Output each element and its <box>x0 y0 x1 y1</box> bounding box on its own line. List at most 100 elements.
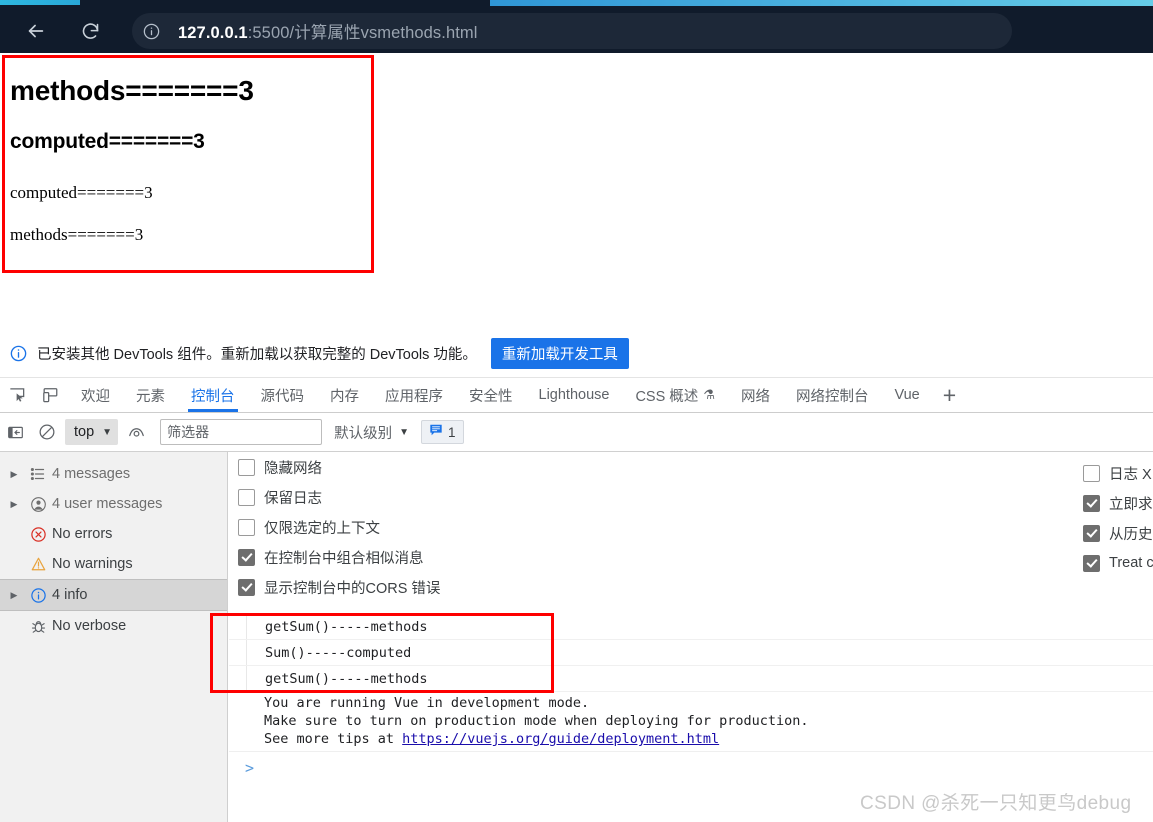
address-bar[interactable]: 127.0.0.1:5500/计算属性vsmethods.html <box>132 13 1012 49</box>
page-output-line-2: computed=======3 <box>10 130 205 153</box>
live-expression-icon[interactable] <box>121 417 152 447</box>
tab-label: CSS 概述 <box>635 388 699 405</box>
screenshot-root: 127.0.0.1:5500/计算属性vsmethods.html method… <box>0 0 1153 822</box>
devtools-tab-bar: 欢迎 元素 控制台 源代码 内存 应用程序 安全性 Lighthouse CSS… <box>0 378 1153 413</box>
console-settings-right: 日志 XI 立即求 从历史 Treat c <box>1083 458 1153 578</box>
sidebar-item-user-messages[interactable]: ▶ 4 user messages <box>0 489 227 519</box>
sidebar-toggle-icon[interactable] <box>0 417 31 447</box>
tab-label: 应用程序 <box>385 388 443 405</box>
option-label: 在控制台中组合相似消息 <box>264 550 424 567</box>
expand-arrow-icon[interactable]: ▶ <box>4 499 24 510</box>
back-arrow-icon[interactable] <box>20 16 52 46</box>
warning-icon <box>24 556 52 573</box>
option-group-similar[interactable]: 在控制台中组合相似消息 <box>238 542 440 572</box>
option-show-cors-errors[interactable]: 显示控制台中的CORS 错误 <box>238 572 440 602</box>
sidebar-item-label: No warnings <box>52 556 133 572</box>
console-sidebar: ▶ 4 messages ▶ 4 user messages No errors… <box>0 452 228 822</box>
sidebar-item-label: No errors <box>52 526 113 542</box>
console-log-row[interactable]: getSum()-----methods <box>229 666 1153 692</box>
sidebar-item-verbose[interactable]: ▶ No verbose <box>0 611 227 641</box>
console-prompt[interactable]: > <box>229 752 1153 784</box>
option-label: 立即求 <box>1109 496 1153 513</box>
address-bar-url: 127.0.0.1:5500/计算属性vsmethods.html <box>170 19 478 43</box>
checkbox[interactable] <box>1083 494 1100 512</box>
console-log-row[interactable]: Sum()-----computed <box>229 640 1153 666</box>
user-icon <box>24 496 52 513</box>
tab-network[interactable]: 网络 <box>728 378 783 412</box>
option-hide-network[interactable]: 隐藏网络 <box>238 452 440 482</box>
vue-dev-mode-message: You are running Vue in development mode.… <box>229 692 1153 752</box>
checkbox[interactable] <box>238 578 255 596</box>
vue-deployment-link[interactable]: https://vuejs.org/guide/deployment.html <box>402 731 719 747</box>
issues-count: 1 <box>447 424 456 440</box>
tab-security[interactable]: 安全性 <box>456 378 526 412</box>
issues-badge[interactable]: 1 <box>420 420 464 444</box>
log-message: Sum()-----computed <box>265 644 412 661</box>
console-body: ▶ 4 messages ▶ 4 user messages No errors… <box>0 452 1153 822</box>
tab-label: 网络控制台 <box>795 388 869 405</box>
tab-label: 网络 <box>740 388 770 405</box>
tab-application[interactable]: 应用程序 <box>372 378 456 412</box>
url-host: 127.0.0.1 <box>178 24 248 42</box>
tab-sources[interactable]: 源代码 <box>248 378 318 412</box>
checkbox[interactable] <box>238 458 255 476</box>
tab-console[interactable]: 控制台 <box>178 378 248 412</box>
page-output-line-4: methods=======3 <box>10 225 144 244</box>
vue-message-line-1: You are running Vue in development mode. <box>264 695 590 711</box>
add-tab-button[interactable]: + <box>933 383 966 407</box>
tab-css-overview[interactable]: CSS 概述 ⚗ <box>622 378 728 412</box>
console-log-list: getSum()-----methods Sum()-----computed … <box>229 614 1153 784</box>
chrome-toolbar: 127.0.0.1:5500/计算属性vsmethods.html <box>0 7 1153 53</box>
sidebar-item-label: 4 user messages <box>52 496 163 512</box>
vue-message-prefix: See more tips at <box>264 731 403 747</box>
console-log-row[interactable]: getSum()-----methods <box>229 614 1153 640</box>
tab-network-console[interactable]: 网络控制台 <box>783 378 882 412</box>
reload-icon[interactable] <box>74 16 106 46</box>
option-preserve-log[interactable]: 保留日志 <box>238 482 440 512</box>
checkbox[interactable] <box>1083 554 1100 572</box>
option-label: 仅限选定的上下文 <box>264 520 380 537</box>
tab-label: 内存 <box>330 388 359 405</box>
info-circle-icon[interactable] <box>132 22 170 41</box>
tab-strip-right-accent <box>490 0 1153 6</box>
option-treat-code-as-user-action[interactable]: Treat c <box>1083 548 1153 578</box>
tab-label: 安全性 <box>469 388 513 405</box>
option-log-xhr[interactable]: 日志 XI <box>1083 458 1153 488</box>
option-label: 从历史 <box>1109 526 1153 543</box>
tab-vue[interactable]: Vue <box>881 378 932 412</box>
sidebar-item-messages[interactable]: ▶ 4 messages <box>0 459 227 489</box>
execution-context-selector[interactable]: top ▼ <box>65 419 119 445</box>
sidebar-item-label: 4 messages <box>52 466 131 482</box>
checkbox[interactable] <box>1083 524 1100 542</box>
tab-elements[interactable]: 元素 <box>123 378 178 412</box>
option-autocomplete-history[interactable]: 从历史 <box>1083 518 1153 548</box>
devtools-notification-bar: 已安装其他 DevTools 组件。重新加载以获取完整的 DevTools 功能… <box>0 330 1153 378</box>
checkbox[interactable] <box>1083 464 1100 482</box>
device-toolbar-icon[interactable] <box>34 378 68 412</box>
clear-console-icon[interactable] <box>31 417 62 447</box>
log-level-selector[interactable]: 默认级别 ▼ <box>334 422 409 443</box>
filter-input[interactable] <box>160 419 323 445</box>
checkbox[interactable] <box>238 548 255 566</box>
option-label: 保留日志 <box>264 490 322 507</box>
tab-memory[interactable]: 内存 <box>317 378 372 412</box>
tab-welcome[interactable]: 欢迎 <box>68 378 123 412</box>
tab-label: 欢迎 <box>81 388 110 405</box>
sidebar-item-info[interactable]: ▶ 4 info <box>0 579 227 611</box>
expand-arrow-icon[interactable]: ▶ <box>4 590 24 601</box>
checkbox[interactable] <box>238 488 255 506</box>
chevron-down-icon: ▼ <box>102 426 113 438</box>
tab-strip <box>0 0 1153 7</box>
checkbox[interactable] <box>238 518 255 536</box>
option-selected-context-only[interactable]: 仅限选定的上下文 <box>238 512 440 542</box>
tab-lighthouse[interactable]: Lighthouse <box>526 378 623 412</box>
option-eager-evaluation[interactable]: 立即求 <box>1083 488 1153 518</box>
reload-devtools-button[interactable]: 重新加载开发工具 <box>490 338 629 369</box>
sidebar-item-warnings[interactable]: ▶ No warnings <box>0 549 227 579</box>
inspect-element-icon[interactable] <box>0 378 34 412</box>
chevron-down-icon: ▼ <box>399 426 409 438</box>
url-path: :5500/计算属性vsmethods.html <box>247 24 478 42</box>
tab-label: 控制台 <box>191 388 235 405</box>
sidebar-item-errors[interactable]: ▶ No errors <box>0 519 227 549</box>
expand-arrow-icon[interactable]: ▶ <box>4 469 24 480</box>
